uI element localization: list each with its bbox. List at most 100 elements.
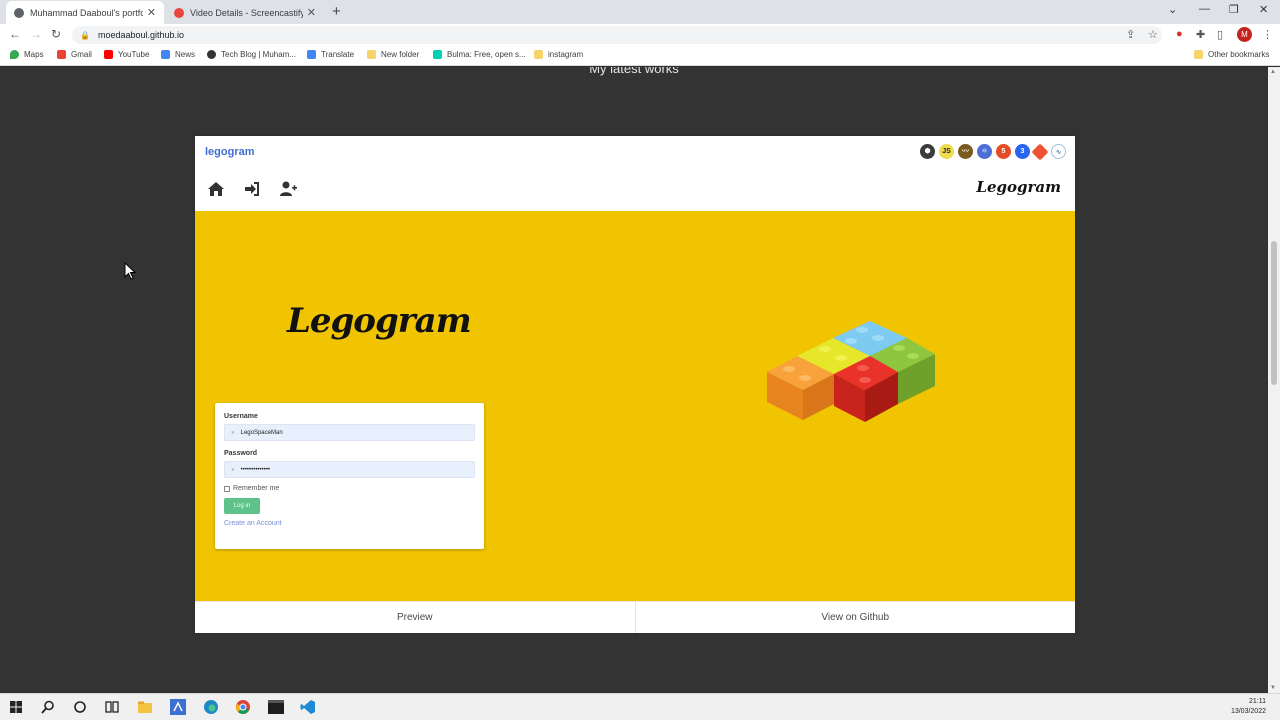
extensions-icon[interactable]: ✚ [1196, 28, 1205, 41]
clock-date: 13/03/2022 [1230, 708, 1266, 715]
globe-icon [14, 7, 24, 18]
section-heading: My latest works [589, 67, 679, 76]
screencastify-extension-icon[interactable]: ● [1176, 28, 1183, 40]
scrollbar-thumb[interactable] [1271, 241, 1277, 385]
user-icon: ● [231, 429, 235, 436]
avatar[interactable]: M [1237, 27, 1252, 42]
windows-taskbar: 21:11 13/03/2022 [0, 693, 1280, 720]
tab-title: Muhammad Daaboul's portfolio [30, 7, 143, 18]
html5-icon: 5 [996, 144, 1011, 159]
login-button[interactable]: Log in [224, 498, 260, 514]
bookmark-youtube[interactable]: YouTube [104, 50, 149, 59]
gmail-icon [57, 50, 66, 59]
chrome-icon[interactable] [235, 699, 251, 715]
tab-portfolio[interactable]: Muhammad Daaboul's portfolio ✕ [6, 1, 164, 24]
git-icon [1031, 143, 1049, 161]
lock-icon: 🔒 [80, 30, 90, 40]
close-icon[interactable]: ✕ [147, 6, 156, 19]
blog-icon [207, 50, 216, 59]
screencastify-icon [174, 7, 184, 18]
task-view-icon[interactable] [104, 699, 120, 715]
view-on-github-link[interactable]: View on Github [634, 602, 1076, 633]
login-icon[interactable] [243, 180, 261, 198]
card-header: legogram ⬢ JS 〰 ⚛ 5 3 ∿ [195, 136, 1075, 170]
bookmark-star-icon[interactable]: ☆ [1148, 28, 1158, 41]
username-label: Username [224, 413, 258, 420]
username-field[interactable]: ● LegoSpaceMan [224, 424, 475, 441]
file-explorer-icon[interactable] [137, 699, 153, 715]
tab-title: Video Details - Screencastify [190, 7, 303, 18]
new-tab-button[interactable]: + [332, 3, 341, 20]
reload-button[interactable]: ↻ [51, 27, 61, 41]
terminal-icon[interactable] [268, 699, 284, 715]
page-scrollbar[interactable]: ▲ ▼ [1268, 67, 1280, 693]
address-bar[interactable]: 🔒 moedaaboul.github.io [72, 26, 1162, 44]
translate-icon [307, 50, 316, 59]
card-title[interactable]: legogram [205, 146, 255, 158]
preview-link[interactable]: Preview [195, 602, 635, 633]
bookmark-translate[interactable]: Translate [307, 50, 354, 59]
bookmark-bulma[interactable]: Bulma: Free, open s... [433, 50, 526, 59]
bookmark-other[interactable]: Other bookmarks [1194, 50, 1269, 59]
create-account-link[interactable]: Create an Account [224, 520, 475, 527]
cortana-icon[interactable] [72, 699, 88, 715]
browser-toolbar: ← → ↻ 🔒 moedaaboul.github.io ⇪ ☆ ● ✚ ▯ M… [0, 24, 1280, 46]
lock-icon: ● [231, 466, 235, 473]
close-icon[interactable]: ✕ [307, 6, 316, 19]
handlebars-icon: 〰 [958, 144, 973, 159]
forward-button[interactable]: → [30, 27, 42, 41]
page-viewport: My latest works legogram ⬢ JS 〰 ⚛ 5 3 ∿ [0, 67, 1268, 693]
add-user-icon[interactable] [279, 180, 297, 198]
scroll-up-icon[interactable]: ▲ [1270, 69, 1276, 75]
edge-icon[interactable] [203, 699, 219, 715]
password-value: •••••••••••••• [240, 466, 271, 473]
username-value: LegoSpaceMan [240, 429, 283, 436]
mysql-icon: ∿ [1051, 144, 1066, 159]
clock-time: 21:11 [1249, 698, 1266, 705]
share-icon[interactable]: ⇪ [1126, 28, 1135, 41]
folder-icon [367, 50, 376, 59]
remember-me-label: Remember me [233, 485, 280, 492]
youtube-icon [104, 50, 113, 59]
hero-logo: Legogram [287, 301, 472, 341]
folder-icon [534, 50, 543, 59]
bookmark-news[interactable]: News [161, 50, 195, 59]
windows-start-icon[interactable] [8, 699, 24, 715]
project-card: legogram ⬢ JS 〰 ⚛ 5 3 ∿ Legogram Legogra… [195, 136, 1075, 633]
bookmark-tech-blog[interactable]: Tech Blog | Muham... [207, 50, 296, 59]
folder-icon [1194, 50, 1203, 59]
url-text: moedaaboul.github.io [97, 30, 185, 40]
js-icon: JS [939, 144, 954, 159]
mouse-cursor-icon [124, 262, 136, 280]
search-icon[interactable] [40, 699, 56, 715]
restore-button[interactable]: ❐ [1229, 3, 1239, 16]
css3-icon: 3 [1015, 144, 1030, 159]
remember-me-checkbox[interactable]: Remember me [224, 485, 475, 492]
password-label: Password [224, 450, 258, 457]
vscode-icon[interactable] [300, 699, 316, 715]
bookmark-instagram[interactable]: instagram [534, 50, 583, 59]
side-panel-icon[interactable]: ▯ [1217, 28, 1223, 41]
bulma-icon [433, 50, 442, 59]
bookmark-new-folder[interactable]: New folder [367, 50, 419, 59]
bookmark-maps[interactable]: Maps [10, 50, 44, 59]
back-button[interactable]: ← [9, 27, 21, 41]
bookmark-gmail[interactable]: Gmail [57, 50, 92, 59]
app-icon[interactable] [170, 699, 186, 715]
node-icon: ⬢ [920, 144, 935, 159]
bookmarks-bar: Maps Gmail YouTube News Tech Blog | Muha… [0, 46, 1280, 66]
react-icon: ⚛ [977, 144, 992, 159]
scroll-down-icon[interactable]: ▼ [1270, 685, 1276, 691]
checkbox-box[interactable] [224, 485, 230, 492]
system-clock[interactable]: 21:11 13/03/2022 [1231, 697, 1266, 717]
tab-search-icon[interactable]: ⌄ [1168, 3, 1177, 16]
news-icon [161, 50, 170, 59]
tab-screencastify[interactable]: Video Details - Screencastify ✕ [166, 1, 324, 24]
minimize-button[interactable]: — [1199, 3, 1210, 15]
password-field[interactable]: ● •••••••••••••• [224, 461, 475, 478]
more-menu-icon[interactable]: ⋮ [1262, 28, 1273, 41]
close-window-button[interactable]: ✕ [1259, 3, 1268, 16]
tab-strip: Muhammad Daaboul's portfolio ✕ Video Det… [0, 0, 1280, 24]
card-footer: Preview View on Github [195, 601, 1075, 633]
home-icon[interactable] [207, 180, 225, 198]
